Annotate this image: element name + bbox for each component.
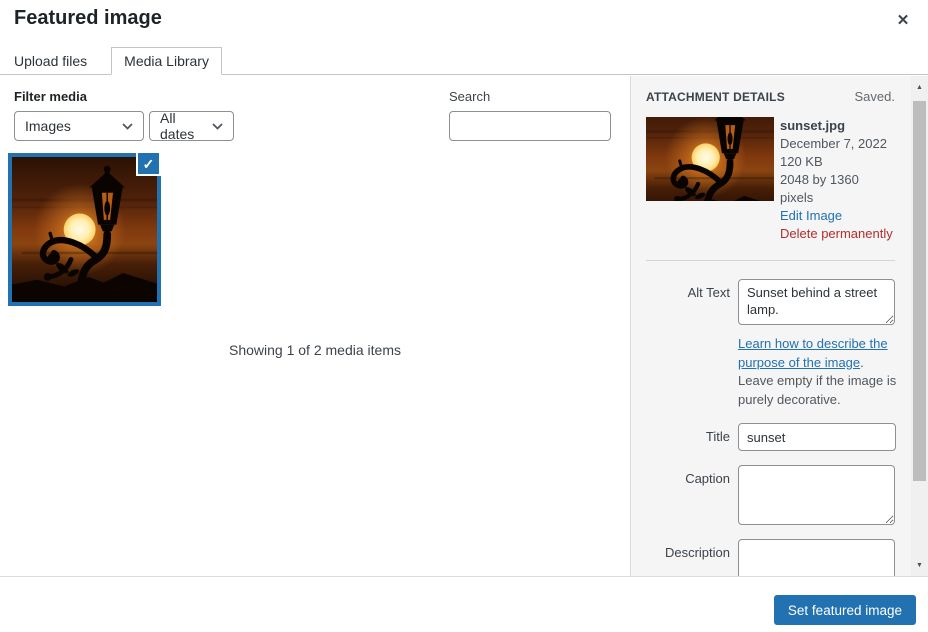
sunset-image [646,117,774,201]
title-label: Title [646,423,738,451]
media-type-select[interactable]: Images [14,111,144,141]
filter-media-label: Filter media [14,89,87,104]
media-count-text: Showing 1 of 2 media items [0,342,630,358]
media-library-pane: Filter media Images All dates Search ✓ S… [0,76,630,576]
search-label: Search [449,89,490,104]
sunset-image [12,157,157,302]
modal-title: Featured image [14,7,162,30]
set-featured-image-button[interactable]: Set featured image [774,595,916,625]
date-filter-select[interactable]: All dates [149,111,234,141]
title-row: Title [646,423,895,451]
attachment-meta: sunset.jpg December 7, 2022 120 KB 2048 … [780,117,895,243]
edit-image-link[interactable]: Edit Image [780,207,842,225]
alt-text-textarea[interactable]: Sunset behind a street lamp. [738,279,895,325]
sidebar-scrollbar[interactable]: ▲ ▼ [911,76,928,576]
tab-upload-files[interactable]: Upload files [14,47,99,74]
attachment-filename: sunset.jpg [780,117,895,135]
close-icon[interactable]: ✕ [886,4,920,38]
scroll-down-icon[interactable]: ▼ [911,557,928,574]
caption-label: Caption [646,465,738,525]
alt-help-link[interactable]: Learn how to describe the purpose of the… [738,336,888,370]
alt-text-label: Alt Text [646,279,738,325]
date-filter-value: All dates [160,110,204,142]
description-label: Description [646,539,738,576]
scrollbar-thumb[interactable] [913,101,926,481]
chevron-down-icon [212,123,223,130]
modal-footer: Set featured image [0,576,928,632]
media-item-sunset-thumbnail[interactable]: ✓ [8,153,161,306]
media-type-value: Images [25,118,71,134]
media-router-tabs: Upload files Media Library [0,47,928,75]
attachment-dimensions: 2048 by 1360 pixels [780,171,895,207]
selected-check-icon[interactable]: ✓ [136,151,161,176]
alt-text-row: Alt Text Sunset behind a street lamp. [646,279,895,325]
saved-status: Saved. [855,89,895,104]
attachment-thumbnail [646,117,774,201]
attachment-details-heading: ATTACHMENT DETAILS [646,90,785,104]
scroll-up-icon[interactable]: ▲ [911,79,928,96]
attachment-details-sidebar: ATTACHMENT DETAILS Saved. sunset.jpg Dec… [630,76,911,576]
title-input[interactable] [738,423,896,451]
description-textarea[interactable] [738,539,895,576]
delete-permanently-link[interactable]: Delete permanently [780,225,893,243]
attachment-date: December 7, 2022 [780,135,895,153]
tab-media-library[interactable]: Media Library [111,47,222,75]
attachment-info: sunset.jpg December 7, 2022 120 KB 2048 … [646,117,895,243]
caption-row: Caption [646,465,895,525]
modal-header: Featured image ✕ [0,0,928,47]
alt-text-help: Learn how to describe the purpose of the… [738,335,898,409]
caption-textarea[interactable] [738,465,895,525]
featured-image-modal: Featured image ✕ Upload files Media Libr… [0,0,928,632]
sidebar-header: ATTACHMENT DETAILS Saved. [646,89,895,104]
modal-content: Filter media Images All dates Search ✓ S… [0,76,928,576]
chevron-down-icon [122,123,133,130]
search-input[interactable] [449,111,611,141]
attachment-filesize: 120 KB [780,153,895,171]
sidebar-divider [646,260,895,261]
description-row: Description [646,539,895,576]
